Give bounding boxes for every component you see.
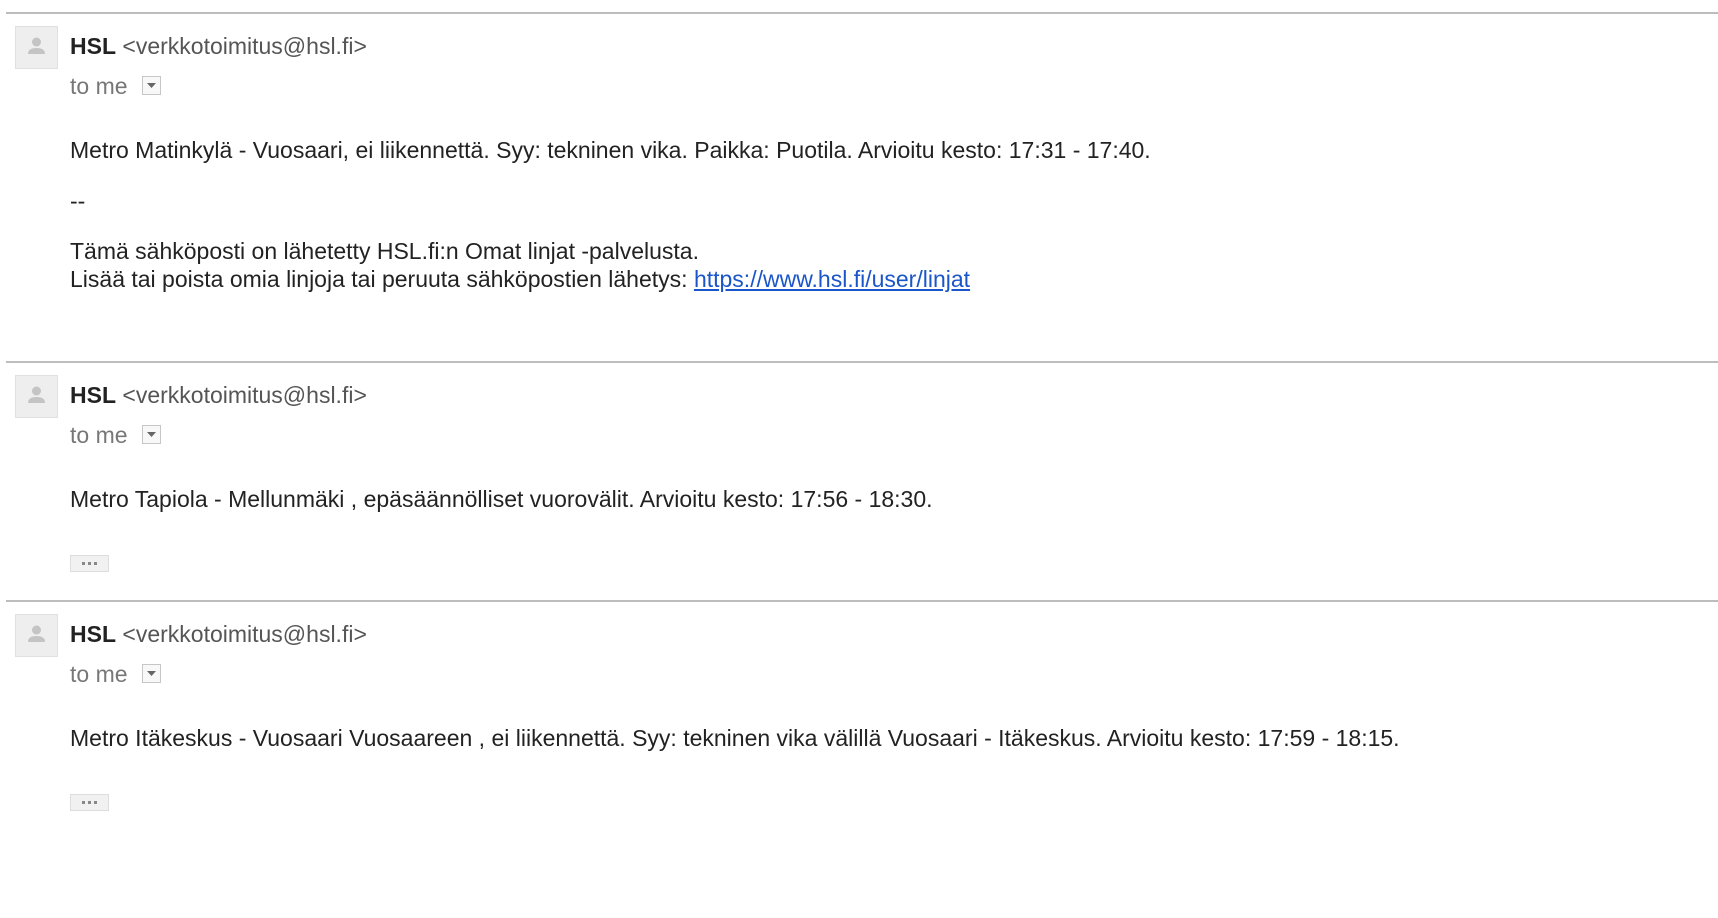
chevron-down-icon: [146, 671, 156, 677]
ellipsis-icon: [82, 801, 97, 804]
ellipsis-icon: [82, 562, 97, 565]
chevron-down-icon: [146, 83, 156, 89]
default-person-icon: [28, 386, 45, 403]
manage-lines-link[interactable]: https://www.hsl.fi/user/linjat: [694, 266, 970, 292]
sender-name[interactable]: HSL: [70, 33, 116, 59]
message-divider: [6, 12, 1718, 14]
sender-name[interactable]: HSL: [70, 621, 116, 647]
message-body-line: Metro Tapiola - Mellunmäki , epäsäännöll…: [70, 486, 933, 512]
sender-email: <verkkotoimitus@hsl.fi>: [122, 33, 367, 59]
show-trimmed-content-button[interactable]: [70, 555, 109, 572]
recipient-line: to me: [70, 70, 161, 100]
footer-line: Tämä sähköposti on lähetetty HSL.fi:n Om…: [70, 238, 699, 264]
sender-email: <verkkotoimitus@hsl.fi>: [122, 382, 367, 408]
recipient-line: to me: [70, 419, 161, 449]
sender-avatar[interactable]: [15, 375, 58, 418]
sender-line: HSL <verkkotoimitus@hsl.fi>: [70, 32, 367, 60]
message-divider: [6, 600, 1718, 602]
recipient-label: to me: [70, 421, 128, 448]
chevron-down-icon: [146, 432, 156, 438]
email-message: HSL <verkkotoimitus@hsl.fi> to me Metro …: [0, 361, 1718, 599]
sender-name[interactable]: HSL: [70, 382, 116, 408]
signature-separator: --: [70, 188, 86, 214]
email-message: HSL <verkkotoimitus@hsl.fi> to me Metro …: [0, 600, 1718, 840]
sender-line: HSL <verkkotoimitus@hsl.fi>: [70, 381, 367, 409]
email-message: HSL <verkkotoimitus@hsl.fi> to me Metro …: [0, 12, 1718, 360]
default-person-icon: [28, 625, 45, 642]
recipient-label: to me: [70, 660, 128, 687]
message-body-line: Metro Itäkeskus - Vuosaari Vuosaareen , …: [70, 725, 1400, 751]
footer-line-with-link: Lisää tai poista omia linjoja tai peruut…: [70, 265, 970, 293]
sender-avatar[interactable]: [15, 26, 58, 69]
recipient-line: to me: [70, 658, 161, 688]
show-trimmed-content-button[interactable]: [70, 794, 109, 811]
show-details-button[interactable]: [141, 425, 161, 445]
message-body-line: Metro Matinkylä - Vuosaari, ei liikennet…: [70, 137, 1151, 163]
recipient-label: to me: [70, 72, 128, 99]
sender-email: <verkkotoimitus@hsl.fi>: [122, 621, 367, 647]
sender-avatar[interactable]: [15, 614, 58, 657]
show-details-button[interactable]: [141, 664, 161, 684]
sender-line: HSL <verkkotoimitus@hsl.fi>: [70, 620, 367, 648]
default-person-icon: [28, 37, 45, 54]
footer-text: Lisää tai poista omia linjoja tai peruut…: [70, 266, 694, 292]
show-details-button[interactable]: [141, 76, 161, 96]
message-divider: [6, 361, 1718, 363]
